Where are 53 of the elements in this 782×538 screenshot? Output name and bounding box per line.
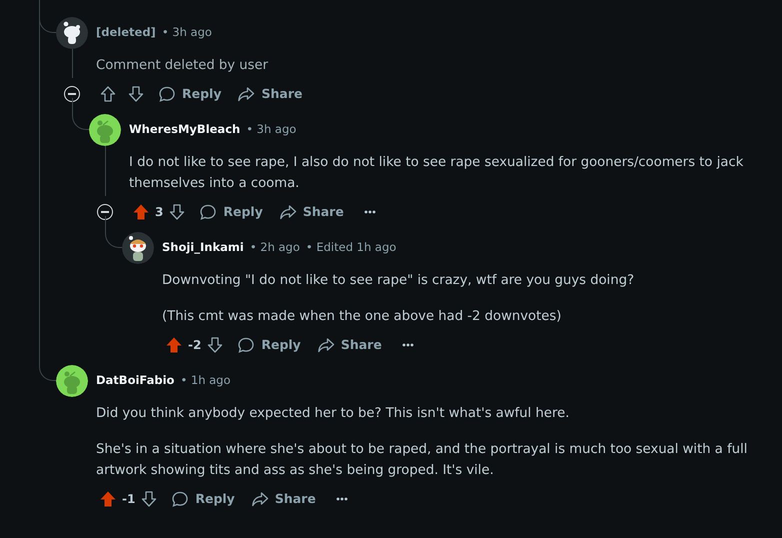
arrow-up-icon bbox=[132, 203, 150, 221]
share-arrow-icon bbox=[316, 336, 335, 354]
timestamp: • 1h ago bbox=[180, 372, 231, 390]
comment-text: Did you think anybody expected her to be? This isn't what's awful here. bbox=[96, 405, 570, 423]
share-button[interactable]: Share bbox=[242, 486, 324, 512]
speech-bubble-icon bbox=[158, 85, 176, 103]
speech-bubble-icon bbox=[237, 336, 256, 354]
share-button[interactable]: Share bbox=[270, 198, 352, 226]
speech-bubble-icon bbox=[199, 203, 218, 221]
timestamp: • 3h ago bbox=[162, 24, 212, 42]
collapse-button[interactable] bbox=[64, 86, 80, 102]
ellipsis-icon bbox=[364, 210, 376, 214]
collapse-button[interactable] bbox=[97, 204, 113, 220]
comment-text: (This cmt was made when the one above had -2 downvotes) bbox=[162, 308, 562, 326]
avatar-icon bbox=[56, 17, 88, 49]
comment-text: Comment deleted by user bbox=[96, 57, 270, 75]
thread-connector bbox=[72, 98, 89, 130]
arrow-down-icon bbox=[140, 490, 158, 508]
arrow-down-icon bbox=[127, 85, 145, 103]
thread-connector bbox=[105, 216, 122, 248]
timestamp: • 2h ago bbox=[250, 239, 300, 256]
avatar-icon bbox=[122, 232, 154, 264]
avatar-icon bbox=[56, 365, 88, 397]
ellipsis-icon bbox=[336, 497, 348, 501]
author-name[interactable]: [deleted] bbox=[96, 24, 156, 42]
vote-count: -2 bbox=[188, 337, 202, 354]
speech-bubble-icon bbox=[171, 490, 190, 508]
edited-label: • Edited 1h ago bbox=[306, 239, 396, 256]
share-button[interactable]: Share bbox=[229, 80, 310, 108]
ellipsis-icon bbox=[402, 343, 414, 347]
comment-text: I do not like to see rape, I also do not like to see rape sexualized for gooners/coomers to jack themselves into a cooma. bbox=[129, 154, 744, 193]
author-name[interactable]: DatBoiFabio bbox=[96, 372, 174, 390]
reply-button[interactable]: Reply bbox=[150, 80, 230, 108]
vote-count: -1 bbox=[122, 491, 136, 508]
arrow-down-icon bbox=[168, 203, 186, 221]
arrow-down-icon bbox=[206, 336, 224, 354]
arrow-up-icon bbox=[165, 336, 183, 354]
reply-button[interactable]: Reply bbox=[163, 486, 243, 512]
timestamp: • 3h ago bbox=[246, 121, 296, 138]
comment-text: Downvoting "I do not like to see rape" is crazy, wtf are you guys doing? bbox=[162, 272, 636, 290]
share-arrow-icon bbox=[250, 490, 269, 508]
reply-button[interactable]: Reply bbox=[191, 198, 271, 226]
share-arrow-icon bbox=[278, 203, 297, 221]
avatar-icon bbox=[89, 114, 121, 146]
arrow-up-icon bbox=[99, 85, 117, 103]
arrow-up-icon bbox=[99, 490, 117, 508]
author-name[interactable]: WheresMyBleach bbox=[129, 121, 240, 139]
share-button[interactable]: Share bbox=[308, 332, 390, 358]
reply-button[interactable]: Reply bbox=[229, 332, 309, 358]
share-arrow-icon bbox=[237, 85, 256, 103]
author-name[interactable]: Shoji_Inkami bbox=[162, 239, 244, 257]
vote-count: 3 bbox=[155, 204, 164, 221]
comment-text: She's in a situation where she's about to be raped, and the portrayal is much too sexual with a full artwork showing tits and ass as she's being groped. It's vile. bbox=[96, 441, 748, 480]
